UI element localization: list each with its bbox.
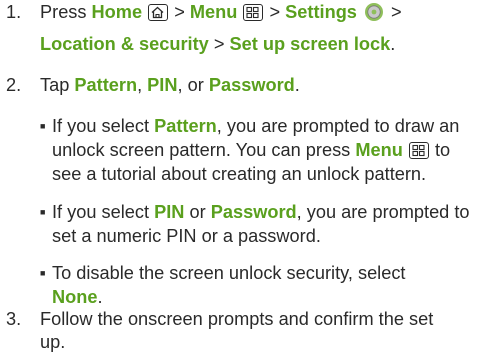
home-key-icon	[148, 4, 169, 21]
step-3-line-2: up.	[40, 332, 66, 352]
bullet-2-line-2: set a numeric PIN or a password.	[52, 226, 321, 246]
bullet-3-line-2: None.	[52, 287, 103, 307]
step-1-line-2: Location & security > Set up screen lock…	[40, 34, 396, 54]
step-number: 2.	[6, 75, 22, 95]
bullet-marker: ■	[40, 268, 46, 278]
step-number: 3.	[6, 309, 22, 329]
menu-key-label: Menu	[189, 2, 238, 22]
step-2-line-1: 2. Tap Pattern, PIN, or Password.	[6, 75, 300, 95]
bullet-2-line-1: ■ If you select PIN or Password, you are …	[40, 202, 470, 222]
none-option: None	[52, 287, 98, 307]
settings-label: Settings	[285, 2, 357, 22]
menu-key-icon	[243, 4, 264, 21]
bullet-marker: ■	[40, 121, 46, 131]
menu-key-icon	[408, 142, 429, 159]
bullet-1-line-3: see a tutorial about creating an unlock …	[52, 164, 427, 184]
bullet-marker: ■	[40, 207, 46, 217]
location-security-label: Location & security	[40, 34, 209, 54]
step-1-line-1: 1. Press Home > Menu > Settings >	[6, 2, 402, 22]
bullet-3-line-1: ■ To disable the screen unlock security, …	[40, 263, 406, 283]
instruction-document: 1. Press Home > Menu > Settings > Locatio…	[0, 0, 486, 352]
password-option: Password	[208, 75, 295, 95]
pin-option: PIN	[147, 75, 178, 95]
settings-gear-icon	[364, 2, 384, 22]
bullet-1-line-1: ■ If you select Pattern, you are prompted…	[40, 116, 460, 136]
set-up-screen-lock-label: Set up screen lock	[229, 34, 391, 54]
step-number: 1.	[6, 2, 22, 22]
step-3-line-1: 3. Follow the onscreen prompts and confir…	[6, 309, 434, 329]
pattern-option: Pattern	[74, 75, 138, 95]
bullet-1-line-2: unlock screen pattern. You can press Men…	[52, 140, 451, 160]
home-key-label: Home	[91, 2, 143, 22]
